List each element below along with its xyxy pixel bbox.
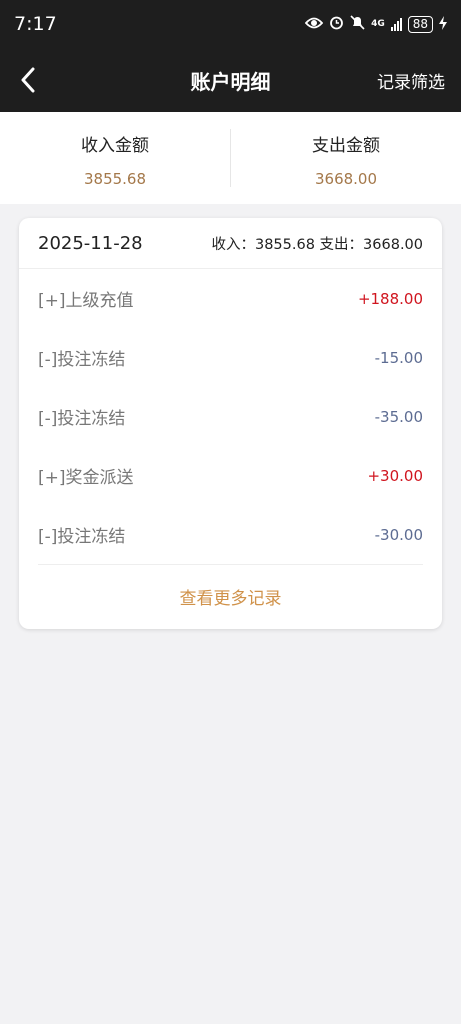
day-totals: 收入：3855.68 支出：3668.00	[211, 236, 423, 253]
record-label: [+]奖金派送	[38, 468, 134, 488]
list-item[interactable]: [-]投注冻结 -35.00	[38, 387, 423, 446]
record-filter-button[interactable]: 记录筛选	[377, 68, 445, 93]
status-bar: 7:17 4G 88	[0, 0, 461, 48]
status-time: 7:17	[14, 13, 57, 35]
network-type: 4G	[371, 18, 385, 29]
list-item[interactable]: [-]投注冻结 -15.00	[38, 328, 423, 387]
record-label: [+]上级充值	[38, 291, 134, 311]
income-value: 3855.68	[83, 170, 147, 188]
income-label: 收入金额	[81, 136, 149, 156]
card-header: 2025-11-28 收入：3855.68 支出：3668.00	[19, 218, 442, 269]
battery-indicator: 88	[407, 15, 433, 33]
list-item[interactable]: [-]投注冻结 -30.00	[38, 505, 423, 564]
summary-panel: 收入金额 3855.68 支出金额 3668.00	[0, 112, 461, 204]
eye-icon	[304, 16, 324, 33]
record-amount: +188.00	[357, 289, 423, 308]
record-amount: -15.00	[374, 348, 423, 367]
record-list: [+]上级充值 +188.00 [-]投注冻结 -15.00 [-]投注冻结 -…	[19, 269, 442, 564]
record-label: [-]投注冻结	[38, 409, 126, 429]
record-label: [-]投注冻结	[38, 527, 126, 547]
list-item[interactable]: [+]上级充值 +188.00	[38, 269, 423, 328]
record-date: 2025-11-28	[38, 232, 143, 254]
record-label: [-]投注冻结	[38, 350, 126, 370]
signal-icon	[390, 17, 402, 31]
status-icons: 4G 88	[304, 15, 447, 33]
record-amount: -30.00	[374, 525, 423, 544]
record-amount: -35.00	[374, 407, 423, 426]
expense-summary: 支出金额 3668.00	[231, 112, 461, 204]
income-summary: 收入金额 3855.68	[0, 112, 230, 204]
expense-label: 支出金额	[312, 136, 380, 156]
record-amount: +30.00	[367, 466, 423, 485]
view-more-records-button[interactable]: 查看更多记录	[38, 564, 423, 628]
alarm-icon	[329, 15, 344, 33]
day-record-card: 2025-11-28 收入：3855.68 支出：3668.00 [+]上级充值…	[19, 218, 442, 629]
charging-icon	[439, 15, 447, 33]
nav-bar: 账户明细 记录筛选	[0, 48, 461, 112]
list-item[interactable]: [+]奖金派送 +30.00	[38, 446, 423, 505]
top-bar: 7:17 4G 88 账户明细 记录筛选	[0, 0, 461, 112]
bell-off-icon	[350, 15, 365, 33]
expense-value: 3668.00	[314, 170, 378, 188]
